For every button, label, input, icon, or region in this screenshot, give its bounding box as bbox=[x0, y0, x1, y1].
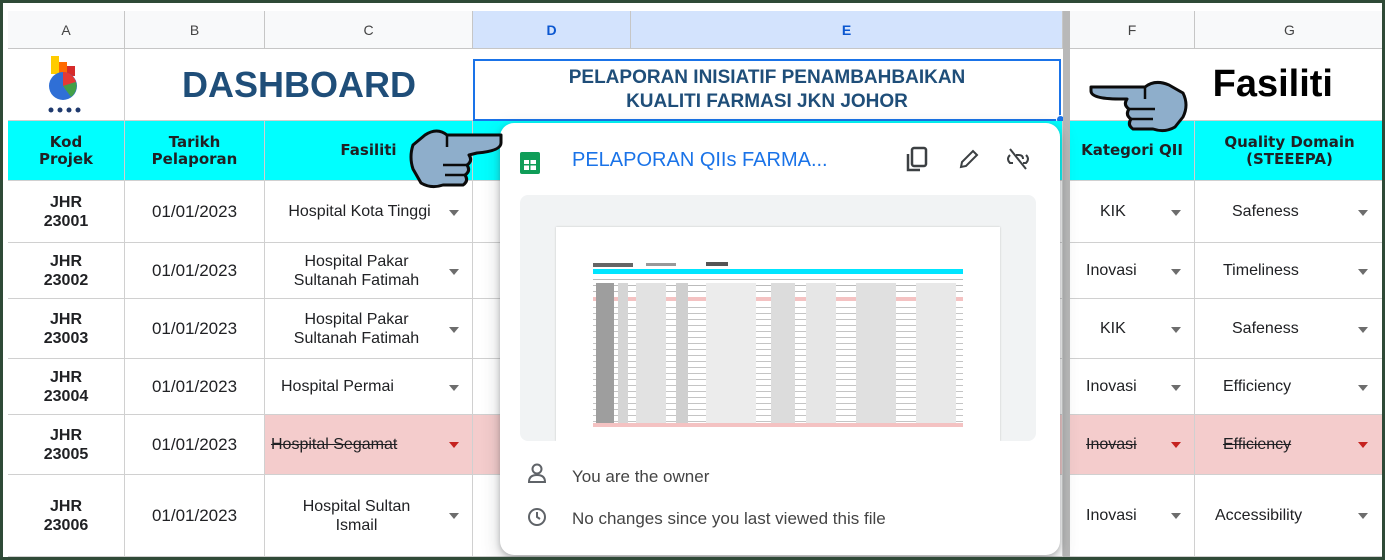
dropdown-arrow-icon[interactable] bbox=[1171, 210, 1181, 216]
row5-domain: Efficiency bbox=[1223, 436, 1292, 453]
column-header-f[interactable]: F bbox=[1070, 11, 1195, 49]
dropdown-arrow-icon[interactable] bbox=[1171, 269, 1181, 275]
row3-tarikh[interactable]: 01/01/2023 bbox=[125, 299, 265, 359]
owner-text: You are the owner bbox=[572, 467, 710, 486]
dropdown-arrow-icon[interactable] bbox=[449, 442, 459, 448]
dropdown-arrow-icon[interactable] bbox=[1171, 513, 1181, 519]
column-header-d[interactable]: D bbox=[473, 11, 631, 49]
row3-domain[interactable]: Safeness bbox=[1195, 299, 1382, 359]
dropdown-arrow-icon[interactable] bbox=[449, 210, 459, 216]
row5-fasiliti: Hospital Segamat bbox=[271, 436, 398, 453]
sheets-icon[interactable] bbox=[520, 152, 540, 174]
spreadsheet-thumbnail bbox=[556, 227, 1000, 441]
dropdown-arrow-icon[interactable] bbox=[449, 513, 459, 519]
row2-fasiliti[interactable]: Hospital Pakar Sultanah Fatimah bbox=[265, 243, 473, 299]
popup-file-title[interactable]: PELAPORAN QIIs FARMA... bbox=[572, 149, 828, 172]
dropdown-arrow-icon[interactable] bbox=[1358, 442, 1368, 448]
dropdown-arrow-icon[interactable] bbox=[1171, 385, 1181, 391]
copy-icon[interactable] bbox=[905, 146, 929, 172]
dropdown-arrow-icon[interactable] bbox=[1358, 210, 1368, 216]
row1-tarikh[interactable]: 01/01/2023 bbox=[125, 181, 265, 243]
row5-kod[interactable]: JHR 23005 bbox=[8, 415, 125, 475]
row3-fasiliti[interactable]: Hospital Pakar Sultanah Fatimah bbox=[265, 299, 473, 359]
row1-domain[interactable]: Safeness bbox=[1195, 181, 1382, 243]
row2-domain[interactable]: Timeliness bbox=[1195, 243, 1382, 299]
report-title-cell[interactable]: PELAPORAN INISIATIF PENAMBAHBAIKAN KUALI… bbox=[473, 59, 1061, 121]
row4-kod[interactable]: JHR 23004 bbox=[8, 359, 125, 415]
edit-pencil-icon[interactable] bbox=[957, 147, 981, 171]
link-preview-popup: PELAPORAN QIIs FARMA... You are the owne… bbox=[500, 123, 1060, 555]
row5-kategori: Inovasi bbox=[1086, 436, 1137, 453]
unlink-icon[interactable] bbox=[1004, 145, 1032, 173]
row4-tarikh[interactable]: 01/01/2023 bbox=[125, 359, 265, 415]
column-header-c[interactable]: C bbox=[265, 11, 473, 49]
dropdown-arrow-icon[interactable] bbox=[449, 385, 459, 391]
report-title-line1: PELAPORAN INISIATIF PENAMBAHBAIKAN bbox=[568, 67, 966, 88]
owner-person-icon bbox=[528, 463, 546, 483]
header-quality-domain[interactable]: Quality Domain (STEEEPA) bbox=[1195, 121, 1382, 181]
history-clock-icon bbox=[528, 508, 546, 526]
dashboard-title[interactable]: DASHBOARD bbox=[125, 49, 473, 121]
dropdown-arrow-icon[interactable] bbox=[1358, 269, 1368, 275]
dropdown-arrow-icon[interactable] bbox=[1358, 327, 1368, 333]
logo-cell[interactable] bbox=[8, 49, 125, 121]
row2-kod[interactable]: JHR 23002 bbox=[8, 243, 125, 299]
file-preview[interactable] bbox=[520, 195, 1036, 441]
row5-tarikh[interactable]: 01/01/2023 bbox=[125, 415, 265, 475]
row4-domain[interactable]: Efficiency bbox=[1195, 359, 1382, 415]
row3-kod[interactable]: JHR 23003 bbox=[8, 299, 125, 359]
row6-fasiliti[interactable]: Hospital Sultan Ismail bbox=[265, 475, 473, 557]
spreadsheet-frame: A B C D E F G DASHBOARD PELAPORAN INISIA… bbox=[0, 0, 1385, 560]
header-tarikh-pelaporan[interactable]: Tarikh Pelaporan bbox=[125, 121, 265, 181]
column-header-g[interactable]: G bbox=[1195, 11, 1382, 49]
header-kod-projek[interactable]: Kod Projek bbox=[8, 121, 125, 181]
row2-tarikh[interactable]: 01/01/2023 bbox=[125, 243, 265, 299]
pointing-hand-icon bbox=[1089, 80, 1188, 133]
column-header-a[interactable]: A bbox=[8, 11, 125, 49]
hidden-columns-divider[interactable] bbox=[1063, 11, 1070, 557]
dropdown-arrow-icon[interactable] bbox=[1171, 327, 1181, 333]
dropdown-arrow-icon[interactable] bbox=[449, 269, 459, 275]
row6-tarikh[interactable]: 01/01/2023 bbox=[125, 475, 265, 557]
pointing-hand-icon bbox=[409, 129, 503, 189]
column-header-e[interactable]: E bbox=[631, 11, 1063, 49]
row5-domain-cell[interactable]: Efficiency bbox=[1195, 415, 1382, 475]
row4-fasiliti[interactable]: Hospital Permai bbox=[265, 359, 473, 415]
column-header-b[interactable]: B bbox=[125, 11, 265, 49]
dropdown-arrow-icon[interactable] bbox=[449, 327, 459, 333]
row1-fasiliti[interactable]: Hospital Kota Tinggi bbox=[265, 181, 473, 243]
changes-text: No changes since you last viewed this fi… bbox=[572, 509, 886, 528]
dropdown-arrow-icon[interactable] bbox=[1171, 442, 1181, 448]
row6-kod[interactable]: JHR 23006 bbox=[8, 475, 125, 557]
row6-domain[interactable]: Accessibility bbox=[1195, 475, 1382, 557]
chart-logo-icon bbox=[48, 55, 81, 112]
row5-fasiliti-cell[interactable]: Hospital Segamat bbox=[265, 415, 473, 475]
dropdown-arrow-icon[interactable] bbox=[1358, 385, 1368, 391]
report-title-line2: KUALITI FARMASI JKN JOHOR bbox=[626, 91, 908, 112]
dropdown-arrow-icon[interactable] bbox=[1358, 513, 1368, 519]
row1-kod[interactable]: JHR 23001 bbox=[8, 181, 125, 243]
